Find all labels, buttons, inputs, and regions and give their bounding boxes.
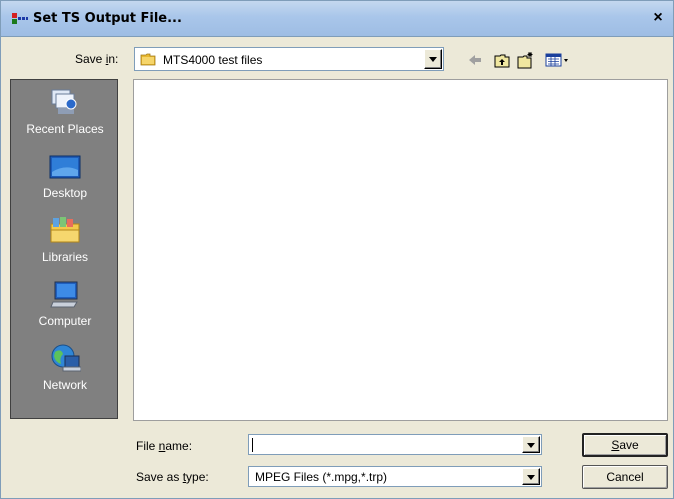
place-label: Libraries bbox=[41, 250, 89, 264]
save-as-type-dropdown-button[interactable] bbox=[522, 468, 540, 485]
up-folder-icon[interactable] bbox=[493, 51, 511, 69]
save-as-type-label-text: Save as bbox=[136, 470, 183, 484]
network-icon bbox=[51, 344, 81, 372]
file-name-label: File name: bbox=[136, 439, 192, 453]
app-icon bbox=[12, 13, 28, 24]
file-list[interactable] bbox=[133, 79, 668, 421]
file-name-field[interactable] bbox=[248, 434, 542, 455]
save-in-label-suffix: n: bbox=[108, 52, 119, 66]
save-in-value: MTS4000 test files bbox=[163, 53, 263, 67]
save-as-type-label-suffix: ype: bbox=[186, 470, 209, 484]
chevron-down-icon bbox=[527, 475, 535, 480]
file-name-label-suffix: ame: bbox=[165, 439, 193, 453]
libraries-icon bbox=[50, 217, 80, 243]
recent-places-icon bbox=[51, 89, 77, 114]
save-in-dropdown-button[interactable] bbox=[424, 49, 442, 69]
back-arrow-icon[interactable] bbox=[466, 51, 484, 69]
place-network[interactable]: Network bbox=[11, 336, 119, 398]
save-button-label: ave bbox=[619, 438, 639, 452]
close-icon[interactable]: × bbox=[649, 9, 667, 27]
place-label: Recent Places bbox=[26, 122, 104, 136]
save-in-combo[interactable]: MTS4000 test files bbox=[134, 47, 444, 71]
save-button[interactable]: Save bbox=[582, 433, 668, 457]
folder-icon bbox=[140, 53, 156, 66]
title-bar[interactable]: Set TS Output File... × bbox=[1, 1, 673, 37]
file-name-dropdown-button[interactable] bbox=[522, 436, 540, 453]
save-as-type-value: MPEG Files (*.mpg,*.trp) bbox=[255, 470, 388, 484]
place-recent-places[interactable]: Recent Places bbox=[11, 80, 119, 142]
save-in-label: Save in: bbox=[75, 52, 118, 66]
desktop-icon bbox=[49, 155, 81, 179]
window-title: Set TS Output File... bbox=[33, 11, 182, 26]
place-label: Desktop bbox=[42, 186, 88, 200]
new-folder-icon[interactable] bbox=[516, 51, 534, 69]
cancel-button[interactable]: Cancel bbox=[582, 465, 668, 489]
text-caret bbox=[252, 438, 253, 452]
save-dialog: Set TS Output File... × Save in: MTS4000… bbox=[0, 0, 674, 499]
chevron-down-icon bbox=[527, 443, 535, 448]
place-libraries[interactable]: Libraries bbox=[11, 208, 119, 270]
chevron-down-icon bbox=[429, 57, 437, 62]
place-label: Network bbox=[42, 378, 87, 392]
place-desktop[interactable]: Desktop bbox=[11, 144, 119, 206]
file-name-label-text: File bbox=[136, 439, 159, 453]
places-bar: Recent Places Desktop Libraries Computer… bbox=[10, 79, 118, 419]
save-as-type-label: Save as type: bbox=[136, 470, 209, 484]
place-computer[interactable]: Computer bbox=[11, 272, 119, 334]
save-in-label-text: Save bbox=[75, 52, 106, 66]
save-as-type-select[interactable]: MPEG Files (*.mpg,*.trp) bbox=[248, 466, 542, 487]
computer-icon bbox=[50, 281, 78, 308]
place-label: Computer bbox=[38, 314, 92, 328]
view-menu-icon[interactable] bbox=[545, 51, 571, 69]
